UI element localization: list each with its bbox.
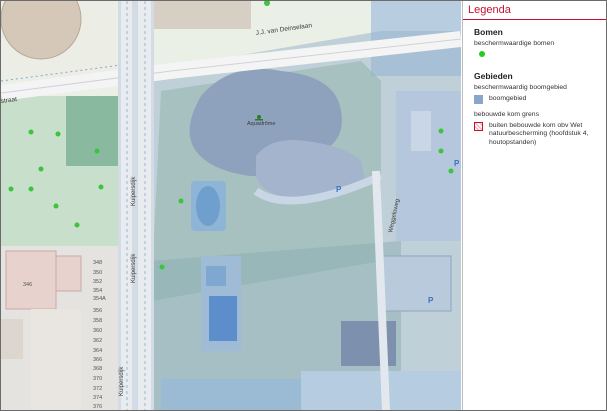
map-viewer: J.J. van Deinselaan straat Kuipersdijk K… <box>0 0 607 411</box>
svg-text:370: 370 <box>93 376 102 382</box>
svg-text:364: 364 <box>93 348 102 354</box>
legend-section-gebieden: Gebieden beschermwaardig boomgebied boom… <box>474 70 606 148</box>
svg-text:358: 358 <box>93 318 102 324</box>
svg-text:356: 356 <box>93 308 102 314</box>
legend-item-buiten-kom: buiten bebouwde kom obv Wet natuurbesche… <box>474 121 606 148</box>
svg-text:346: 346 <box>23 282 32 288</box>
street-label-kuipersdijk-3: Kuipersdijk <box>119 366 125 396</box>
legend-item-boomgebied-label: boomgebied <box>489 94 527 102</box>
svg-text:352: 352 <box>93 279 102 285</box>
street-label-kuipersdijk-1: Kuipersdijk <box>131 176 137 206</box>
svg-text:360: 360 <box>93 328 102 334</box>
street-label-kuipersdijk-2: Kuipersdijk <box>131 253 137 283</box>
legend-section-bomen: Bomen beschermwaardige bomen <box>474 27 606 57</box>
legend-item-boomgebied: boomgebied <box>474 94 606 104</box>
tree-dot-icon <box>479 50 485 57</box>
legend-heading-bomen: Bomen <box>474 27 503 37</box>
svg-text:354: 354 <box>93 288 102 294</box>
svg-text:350: 350 <box>93 270 102 276</box>
map-canvas[interactable]: J.J. van Deinselaan straat Kuipersdijk K… <box>1 1 461 410</box>
svg-text:366: 366 <box>93 357 102 363</box>
svg-text:368: 368 <box>93 366 102 372</box>
svg-text:354A: 354A <box>93 296 106 302</box>
svg-text:374: 374 <box>93 395 102 401</box>
svg-text:376: 376 <box>93 404 102 410</box>
svg-text:348: 348 <box>93 260 102 266</box>
legend-item-buiten-kom-label: buiten bebouwde kom obv Wet natuurbesche… <box>489 121 589 146</box>
legend-panel: Legenda Bomen beschermwaardige bomen Geb… <box>462 1 606 410</box>
legend-item-trees-label: beschermwaardige bomen <box>474 40 555 47</box>
svg-text:P: P <box>428 296 434 305</box>
legend-heading-gebieden: Gebieden <box>474 70 513 81</box>
svg-text:P: P <box>336 185 342 194</box>
legend-sub-boomgebied: beschermwaardig boomgebied <box>474 83 567 91</box>
svg-text:372: 372 <box>93 386 102 392</box>
hatch-swatch-icon <box>474 121 483 131</box>
svg-text:362: 362 <box>93 338 102 344</box>
poi-label-aquadrome: Aquadrôme <box>247 121 275 127</box>
svg-text:P: P <box>454 159 460 168</box>
legend-sub-kom-grens: bebouwde kom grens <box>474 110 539 118</box>
legend-title: Legenda <box>463 1 606 20</box>
blue-swatch-icon <box>474 94 483 104</box>
